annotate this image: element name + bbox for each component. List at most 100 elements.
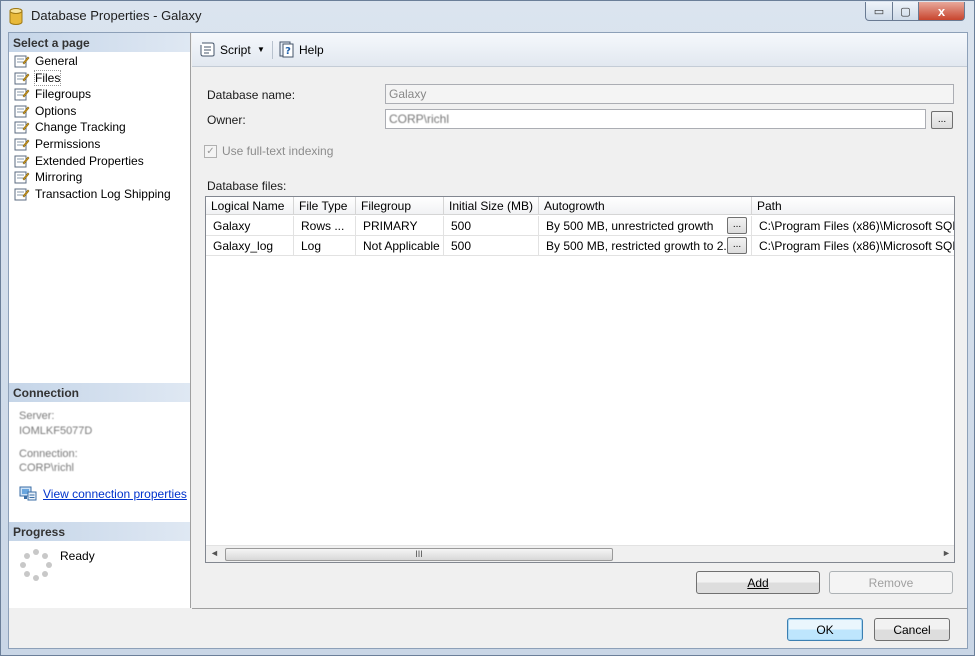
connection-label: Connection: xyxy=(19,448,78,460)
script-icon xyxy=(200,42,215,57)
add-button[interactable]: Add xyxy=(696,571,820,594)
server-value: IOMLKF5077D xyxy=(19,425,93,437)
connection-header: Connection xyxy=(9,383,190,402)
database-name-field[interactable]: Galaxy xyxy=(385,84,954,104)
left-pane: Select a page General Files Filegroups Opti… xyxy=(9,33,191,608)
table-cell[interactable]: 500 xyxy=(444,236,539,256)
help-button[interactable]: ? Help xyxy=(278,41,324,58)
page-wrench-icon xyxy=(14,55,30,68)
connection-properties-icon xyxy=(19,486,37,501)
column-header[interactable]: Logical Name xyxy=(206,197,294,215)
maximize-button[interactable]: ▢ xyxy=(892,2,919,21)
page-wrench-icon xyxy=(14,155,30,168)
title-bar[interactable]: Database Properties - Galaxy ▭ ▢ x xyxy=(1,1,974,31)
nav-item-general[interactable]: General xyxy=(14,53,78,69)
scroll-left-icon[interactable]: ◄ xyxy=(210,548,219,558)
scrollbar-thumb[interactable]: III xyxy=(225,548,613,561)
nav-item-label: Files xyxy=(33,69,62,86)
progress-header: Progress xyxy=(9,522,190,541)
table-cell[interactable]: Galaxy_log xyxy=(206,236,294,256)
help-icon: ? xyxy=(279,41,294,58)
view-connection-properties-label: View connection properties xyxy=(43,487,187,501)
table-cell[interactable]: C:\Program Files (x86)\Microsoft SQL S xyxy=(752,236,954,256)
nav-item-options[interactable]: Options xyxy=(14,103,76,119)
script-button[interactable]: Script xyxy=(199,41,251,58)
progress-spinner-icon xyxy=(20,549,52,581)
table-cell[interactable]: Not Applicable xyxy=(356,236,444,256)
database-files-grid[interactable]: Logical Name File Type Filegroup Initial Si… xyxy=(205,196,955,563)
server-label: Server: xyxy=(19,410,55,422)
nav-item-filegroups[interactable]: Filegroups xyxy=(14,86,91,102)
table-cell[interactable]: 500 xyxy=(444,216,539,236)
use-fulltext-checkbox[interactable]: ✓ xyxy=(204,144,217,158)
table-cell[interactable]: By 500 MB, restricted growth to 2... xyxy=(539,236,752,256)
page-wrench-icon xyxy=(14,72,30,85)
autogrowth-edit-button[interactable]: ... xyxy=(727,237,747,254)
table-cell[interactable]: Rows ... xyxy=(294,216,356,236)
nav-item-label: Mirroring xyxy=(35,170,83,185)
owner-browse-button[interactable]: ... xyxy=(931,111,953,129)
page-wrench-icon xyxy=(14,188,30,201)
nav-item-label: Options xyxy=(35,103,77,118)
progress-status: Ready xyxy=(60,549,95,563)
nav-item-transaction-log-shipping[interactable]: Transaction Log Shipping xyxy=(14,186,171,202)
minimize-icon: ▭ xyxy=(873,5,885,18)
column-header[interactable]: File Type xyxy=(294,197,356,215)
svg-text:?: ? xyxy=(285,46,291,57)
autogrowth-edit-button[interactable]: ... xyxy=(727,217,747,234)
database-files-label: Database files: xyxy=(207,179,287,193)
nav-item-label: Transaction Log Shipping xyxy=(35,186,171,201)
table-cell[interactable]: By 500 MB, unrestricted growth xyxy=(539,216,752,236)
nav-item-label: Permissions xyxy=(35,137,101,151)
scroll-right-icon[interactable]: ► xyxy=(942,548,951,558)
table-row[interactable]: Galaxy_log Log Not Applicable 500 By 500 MB,… xyxy=(206,236,954,256)
nav-item-label: General xyxy=(35,54,78,68)
cancel-button[interactable]: Cancel xyxy=(874,618,950,641)
column-header[interactable]: Autogrowth xyxy=(539,197,752,215)
page-wrench-icon xyxy=(14,88,30,101)
column-header[interactable]: Filegroup xyxy=(356,197,444,215)
toolbar: Script ▼ ? Help xyxy=(192,33,967,67)
column-header[interactable]: Path xyxy=(752,197,954,215)
add-label: Add xyxy=(747,575,769,590)
horizontal-scrollbar[interactable]: ◄ III ► xyxy=(206,545,954,562)
nav-item-change-tracking[interactable]: Change Tracking xyxy=(14,119,126,135)
page-wrench-icon xyxy=(14,121,30,134)
table-cell[interactable]: PRIMARY xyxy=(356,216,444,236)
nav-item-label: Filegroups xyxy=(35,87,92,102)
dialog-client: Select a page General Files Filegroups Opti… xyxy=(8,32,968,649)
select-page-header: Select a page xyxy=(9,33,190,52)
owner-value: CORP\richl xyxy=(389,112,450,126)
remove-label: Remove xyxy=(868,575,914,590)
nav-item-files[interactable]: Files xyxy=(14,69,62,86)
script-dropdown-icon[interactable]: ▼ xyxy=(257,45,265,54)
close-button[interactable]: x xyxy=(918,2,965,21)
page-wrench-icon xyxy=(14,138,30,151)
grid-header: Logical Name File Type Filegroup Initial Si… xyxy=(206,197,954,215)
database-name-label: Database name: xyxy=(207,88,296,102)
page-wrench-icon xyxy=(14,171,30,184)
ok-button[interactable]: OK xyxy=(787,618,863,641)
table-cell[interactable]: C:\Program Files (x86)\Microsoft SQL S xyxy=(752,216,954,236)
owner-label: Owner: xyxy=(207,113,246,127)
nav-item-permissions[interactable]: Permissions xyxy=(14,136,100,152)
owner-field[interactable]: CORP\richl xyxy=(385,109,926,129)
remove-button[interactable]: Remove xyxy=(829,571,953,594)
help-label: Help xyxy=(299,42,324,57)
table-cell[interactable]: Log xyxy=(294,236,356,256)
table-cell[interactable]: Galaxy xyxy=(206,216,294,236)
toolbar-separator xyxy=(272,41,273,59)
dialog-window: Database Properties - Galaxy ▭ ▢ x Selec… xyxy=(0,0,975,656)
use-fulltext-label: Use full-text indexing xyxy=(222,144,334,158)
table-row[interactable]: Galaxy Rows ... PRIMARY 500 By 500 MB, unres… xyxy=(206,216,954,236)
nav-item-mirroring[interactable]: Mirroring xyxy=(14,169,82,185)
use-fulltext-option[interactable]: ✓ Use full-text indexing xyxy=(204,144,333,158)
maximize-icon: ▢ xyxy=(900,5,911,18)
page-wrench-icon xyxy=(14,105,30,118)
minimize-button[interactable]: ▭ xyxy=(865,2,893,21)
database-icon xyxy=(9,8,23,25)
column-header[interactable]: Initial Size (MB) xyxy=(444,197,539,215)
nav-item-extended-properties[interactable]: Extended Properties xyxy=(14,153,144,169)
view-connection-properties-link[interactable]: View connection properties xyxy=(19,486,187,502)
window-title: Database Properties - Galaxy xyxy=(31,8,202,23)
